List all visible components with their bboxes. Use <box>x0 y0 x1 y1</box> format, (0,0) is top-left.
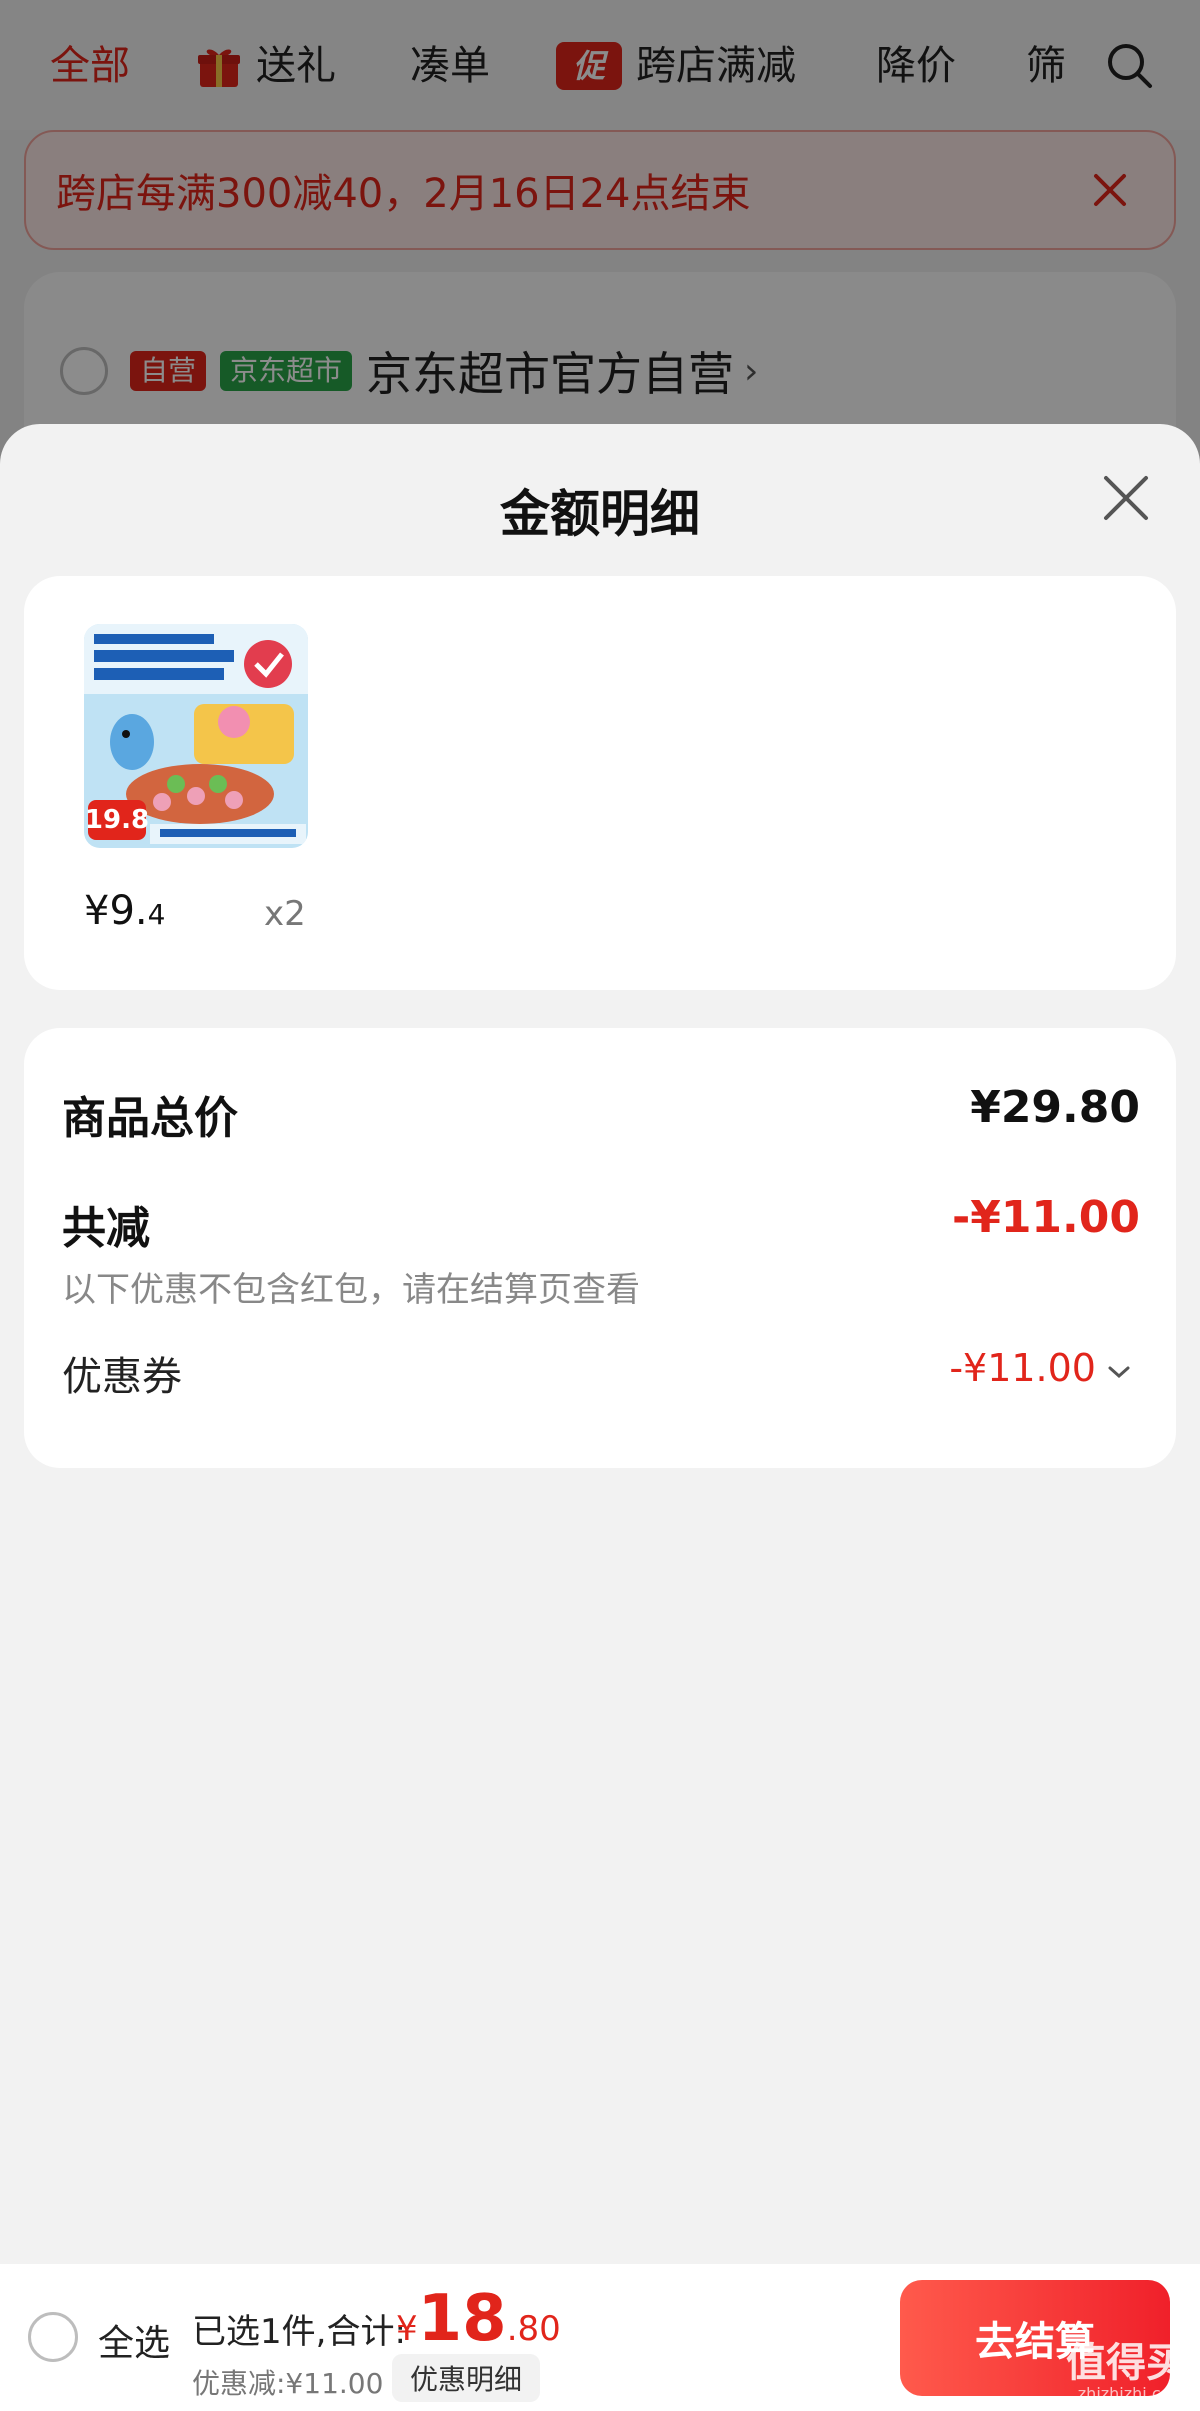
discount-amount: 优惠减:¥11.00 <box>192 2367 384 2400</box>
watermark: 值得买 zhizhizhi.com <box>974 2330 1200 2410</box>
product-image-price-badge: 19.8 <box>85 800 149 840</box>
total-integer: 18 <box>417 2282 507 2356</box>
coupon-label: 优惠券 <box>62 1354 182 1400</box>
discount-detail-button[interactable]: 优惠明细 <box>392 2354 541 2402</box>
price-summary-card: 商品总价 ¥29.80 共减 -¥11.00 以下优惠不包含红包，请在结算页查看… <box>24 1028 1176 1468</box>
sheet-title: 金额明细 <box>500 485 700 543</box>
product-card: 19.8 ¥9.4 x2 <box>24 576 1176 990</box>
total-price-label: 商品总价 <box>62 1093 238 1144</box>
select-all-label[interactable]: 全选 <box>98 2314 170 2366</box>
selected-summary: 已选1件,合计: <box>192 2312 406 2352</box>
close-icon[interactable] <box>1100 472 1152 524</box>
product-price-main: ¥9. <box>84 888 148 934</box>
product-price-decimal: 4 <box>147 898 166 931</box>
discount-note: 以下优惠不包含红包，请在结算页查看 <box>62 1270 640 1310</box>
total-price-value: ¥29.80 <box>970 1082 1140 1133</box>
watermark-text: 值得买 <box>1066 2340 1186 2386</box>
total-currency: ¥ <box>396 2309 418 2349</box>
watermark-sub: zhizhizhi.com <box>1077 2384 1186 2403</box>
amount-detail-sheet: 金额明细 19.8 ¥9.4 x2 商品总价 ¥29.80 共减 -¥11.00… <box>0 424 1200 2264</box>
product-quantity: x2 <box>264 894 306 934</box>
total-reduction-value: -¥11.00 <box>951 1192 1140 1243</box>
total-decimal: .80 <box>506 2309 561 2349</box>
total-reduction-label: 共减 <box>62 1203 150 1254</box>
product-price: ¥9.4 <box>84 888 165 934</box>
coupon-value[interactable]: -¥11.00 <box>949 1346 1096 1390</box>
total-amount: ¥ 18 .80 <box>396 2282 561 2356</box>
product-image[interactable]: 19.8 <box>84 624 308 848</box>
select-all-radio[interactable] <box>28 2312 78 2362</box>
chevron-down-icon[interactable] <box>1106 1362 1132 1382</box>
